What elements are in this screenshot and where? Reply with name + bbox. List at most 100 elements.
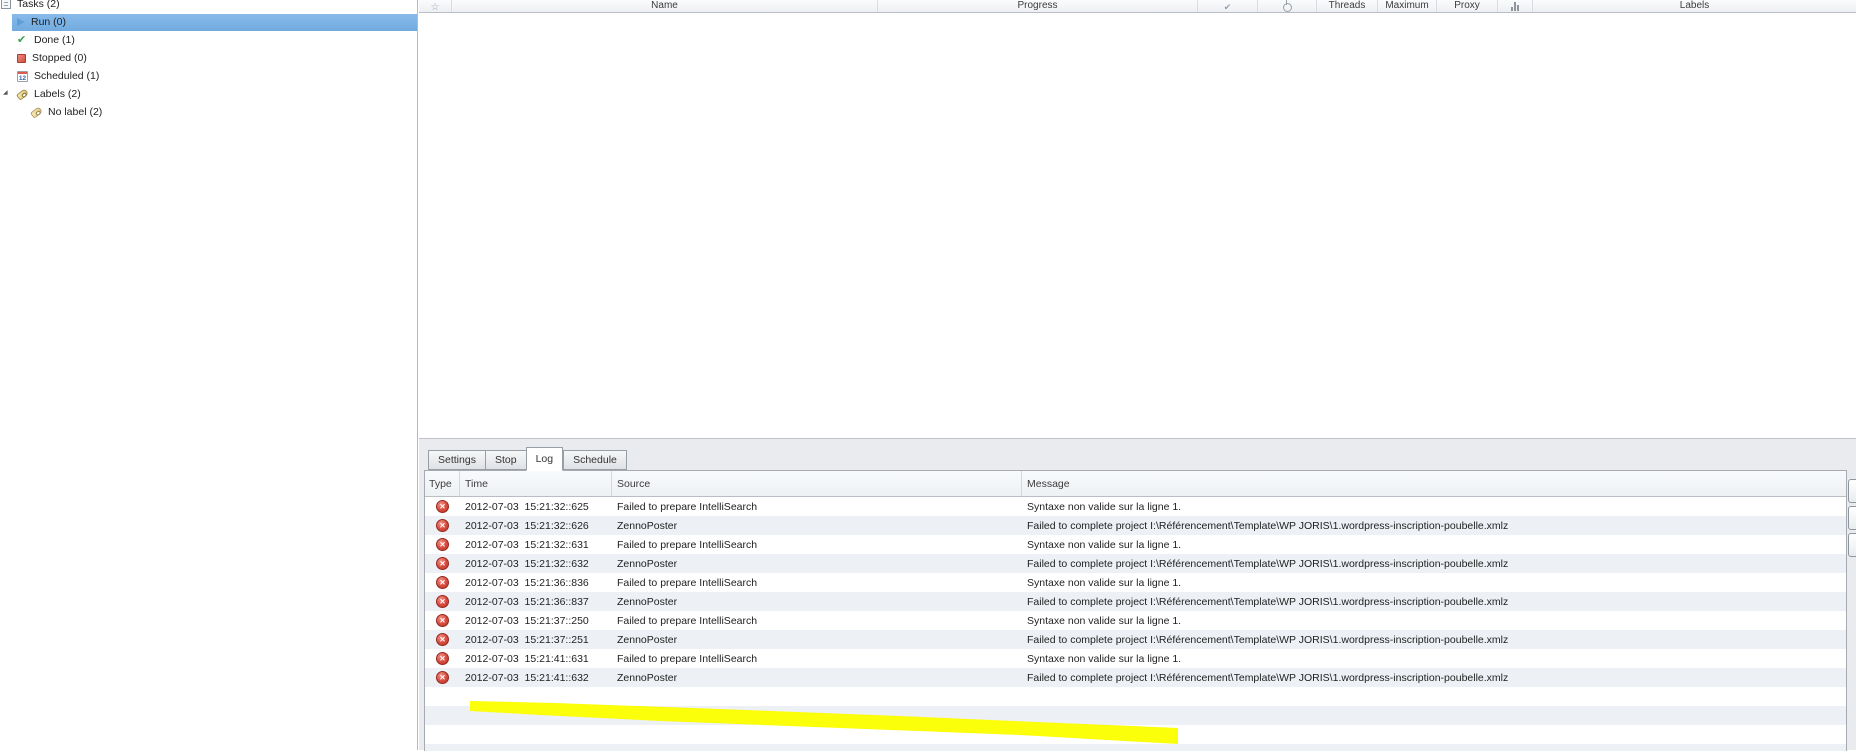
column-header-favorite[interactable] <box>419 0 452 12</box>
log-cell-message: Failed to complete project I:\Référencem… <box>1027 519 1509 532</box>
task-tree-items: Run (0) Done (1) Stopped (0) Scheduled (1) ◢… <box>0 13 417 121</box>
tree-item-inner: Stopped (0) <box>12 50 417 67</box>
column-header-power[interactable] <box>1258 0 1317 12</box>
tree-item-inner: Run (0) <box>12 13 417 31</box>
log-row[interactable]: ✕ 2012-07-03 15:21:32::632 ZennoPoster Fail… <box>425 554 1846 573</box>
error-icon: ✕ <box>436 576 449 589</box>
column-label: Name <box>651 0 678 11</box>
tree-item-no-label-2[interactable]: No label (2) <box>0 103 417 121</box>
log-row[interactable]: ✕ 2012-07-03 15:21:32::631 Failed to prepa… <box>425 535 1846 554</box>
log-cell-source: Failed to prepare IntelliSearch <box>617 652 758 665</box>
tree-item-done-1[interactable]: Done (1) <box>0 31 417 49</box>
log-cell-time: 2012-07-03 15:21:32::631 <box>465 538 589 551</box>
log-cell-time: 2012-07-03 15:21:32::626 <box>465 519 589 532</box>
tree-item-inner: Scheduled (1) <box>12 68 417 85</box>
log-cell-message: Failed to complete project I:\Référencem… <box>1027 595 1509 608</box>
log-cell-source: ZennoPoster <box>617 519 678 532</box>
error-icon: ✕ <box>436 614 449 627</box>
log-cell-source: ZennoPoster <box>617 557 678 570</box>
tab-stop[interactable]: Stop <box>484 450 526 470</box>
column-header-progress[interactable]: Progress <box>878 0 1198 12</box>
tab-settings[interactable]: Settings <box>428 450 485 470</box>
column-label: Labels <box>1679 0 1710 11</box>
task-tree: Tasks (2) Run (0) Done (1) Stopped (0) Sche… <box>0 0 417 121</box>
log-cell-time: 2012-07-03 15:21:32::632 <box>465 557 589 570</box>
tab-schedule[interactable]: Schedule <box>563 450 627 470</box>
log-cell-source: ZennoPoster <box>617 595 678 608</box>
log-cell-type: ✕ <box>425 614 460 627</box>
log-row[interactable]: ✕ 2012-07-03 15:21:32::626 ZennoPoster Fail… <box>425 516 1846 535</box>
error-icon: ✕ <box>436 500 449 513</box>
run-icon <box>17 18 25 26</box>
column-header-labels[interactable]: Labels <box>1533 0 1856 12</box>
side-button[interactable] <box>1848 533 1856 557</box>
column-label: Progress <box>1017 0 1058 11</box>
task-grid-body[interactable] <box>419 13 1856 438</box>
column-header-maximum[interactable]: Maximum <box>1378 0 1437 12</box>
scheduled-icon <box>17 70 28 82</box>
column-header-stats[interactable] <box>1498 0 1533 12</box>
column-label: Threads <box>1328 0 1366 11</box>
dock-tab-strip: Settings Stop Log Schedule <box>428 446 627 471</box>
log-cell-message: Failed to complete project I:\Référencem… <box>1027 633 1509 646</box>
expander-icon[interactable]: ◢ <box>3 90 8 96</box>
column-label: Proxy <box>1454 0 1480 11</box>
error-icon: ✕ <box>436 633 449 646</box>
log-cell-message: Syntaxe non valide sur la ligne 1. <box>1027 652 1182 665</box>
log-cell-source: Failed to prepare IntelliSearch <box>617 576 758 589</box>
log-cell-message: Syntaxe non valide sur la ligne 1. <box>1027 576 1182 589</box>
log-column-header-type[interactable]: Type <box>425 471 460 496</box>
tree-item-stopped-0[interactable]: Stopped (0) <box>0 49 417 67</box>
log-table-header: Type Time Source Message <box>425 471 1846 497</box>
tree-item-inner: No label (2) <box>12 104 417 121</box>
log-cell-message: Syntaxe non valide sur la ligne 1. <box>1027 614 1182 627</box>
log-cell-message: Failed to complete project I:\Référencem… <box>1027 557 1509 570</box>
tree-item-labels-2[interactable]: ◢ Labels (2) <box>0 85 417 103</box>
log-cell-source: ZennoPoster <box>617 671 678 684</box>
column-header-name[interactable]: Name <box>452 0 878 12</box>
log-cell-source: Failed to prepare IntelliSearch <box>617 614 758 627</box>
tree-item-label: No label (2) <box>48 106 103 118</box>
tasks-icon <box>1 0 11 9</box>
log-cell-message: Syntaxe non valide sur la ligne 1. <box>1027 500 1182 513</box>
bottom-dock-panel: Settings Stop Log Schedule Type Time Source Me… <box>419 438 1856 751</box>
error-icon: ✕ <box>436 557 449 570</box>
tree-item-label: Done (1) <box>34 34 75 46</box>
column-header-threads[interactable]: Threads <box>1317 0 1378 12</box>
error-icon: ✕ <box>436 652 449 665</box>
tab-log[interactable]: Log <box>525 447 564 471</box>
tree-item-scheduled-1[interactable]: Scheduled (1) <box>0 67 417 85</box>
log-column-header-time[interactable]: Time <box>460 471 612 496</box>
log-cell-message: Failed to complete project I:\Référencem… <box>1027 671 1509 684</box>
log-cell-time: 2012-07-03 15:21:37::250 <box>465 614 589 627</box>
column-header-proxy[interactable]: Proxy <box>1437 0 1498 12</box>
log-row[interactable]: ✕ 2012-07-03 15:21:41::631 Failed to prepa… <box>425 649 1846 668</box>
tree-item-inner: Done (1) <box>12 32 417 49</box>
side-button[interactable] <box>1848 479 1856 503</box>
log-column-header-message[interactable]: Message <box>1022 471 1846 496</box>
power-icon <box>1282 0 1292 12</box>
log-row[interactable]: ✕ 2012-07-03 15:21:41::632 ZennoPoster Fail… <box>425 668 1846 687</box>
column-header-completed[interactable] <box>1198 0 1258 12</box>
app-window: { "sidebar": { "root_label": "Tasks (2)"… <box>0 0 1856 751</box>
log-row[interactable]: ✕ 2012-07-03 15:21:37::250 Failed to prepa… <box>425 611 1846 630</box>
column-label: Maximum <box>1385 0 1429 11</box>
log-cell-time: 2012-07-03 15:21:41::632 <box>465 671 589 684</box>
log-cell-type: ✕ <box>425 671 460 684</box>
log-row[interactable]: ✕ 2012-07-03 15:21:36::836 Failed to prepa… <box>425 573 1846 592</box>
task-tree-panel: Tasks (2) Run (0) Done (1) Stopped (0) Sche… <box>0 0 418 750</box>
tree-item-tasks[interactable]: Tasks (2) <box>0 0 417 13</box>
log-cell-type: ✕ <box>425 595 460 608</box>
log-row[interactable]: ✕ 2012-07-03 15:21:36::837 ZennoPoster Fail… <box>425 592 1846 611</box>
side-button[interactable] <box>1848 506 1856 530</box>
log-row[interactable]: ✕ 2012-07-03 15:21:37::251 ZennoPoster Fail… <box>425 630 1846 649</box>
tree-item-run-0[interactable]: Run (0) <box>0 13 417 31</box>
log-cell-time: 2012-07-03 15:21:37::251 <box>465 633 589 646</box>
log-column-header-source[interactable]: Source <box>612 471 1022 496</box>
tree-item-label: Stopped (0) <box>32 52 87 64</box>
log-cell-source: Failed to prepare IntelliSearch <box>617 538 758 551</box>
log-row[interactable]: ✕ 2012-07-03 15:21:32::625 Failed to prepa… <box>425 497 1846 516</box>
log-cell-type: ✕ <box>425 633 460 646</box>
log-cell-type: ✕ <box>425 500 460 513</box>
log-table-rows: ✕ 2012-07-03 15:21:32::625 Failed to prepa… <box>425 497 1846 751</box>
